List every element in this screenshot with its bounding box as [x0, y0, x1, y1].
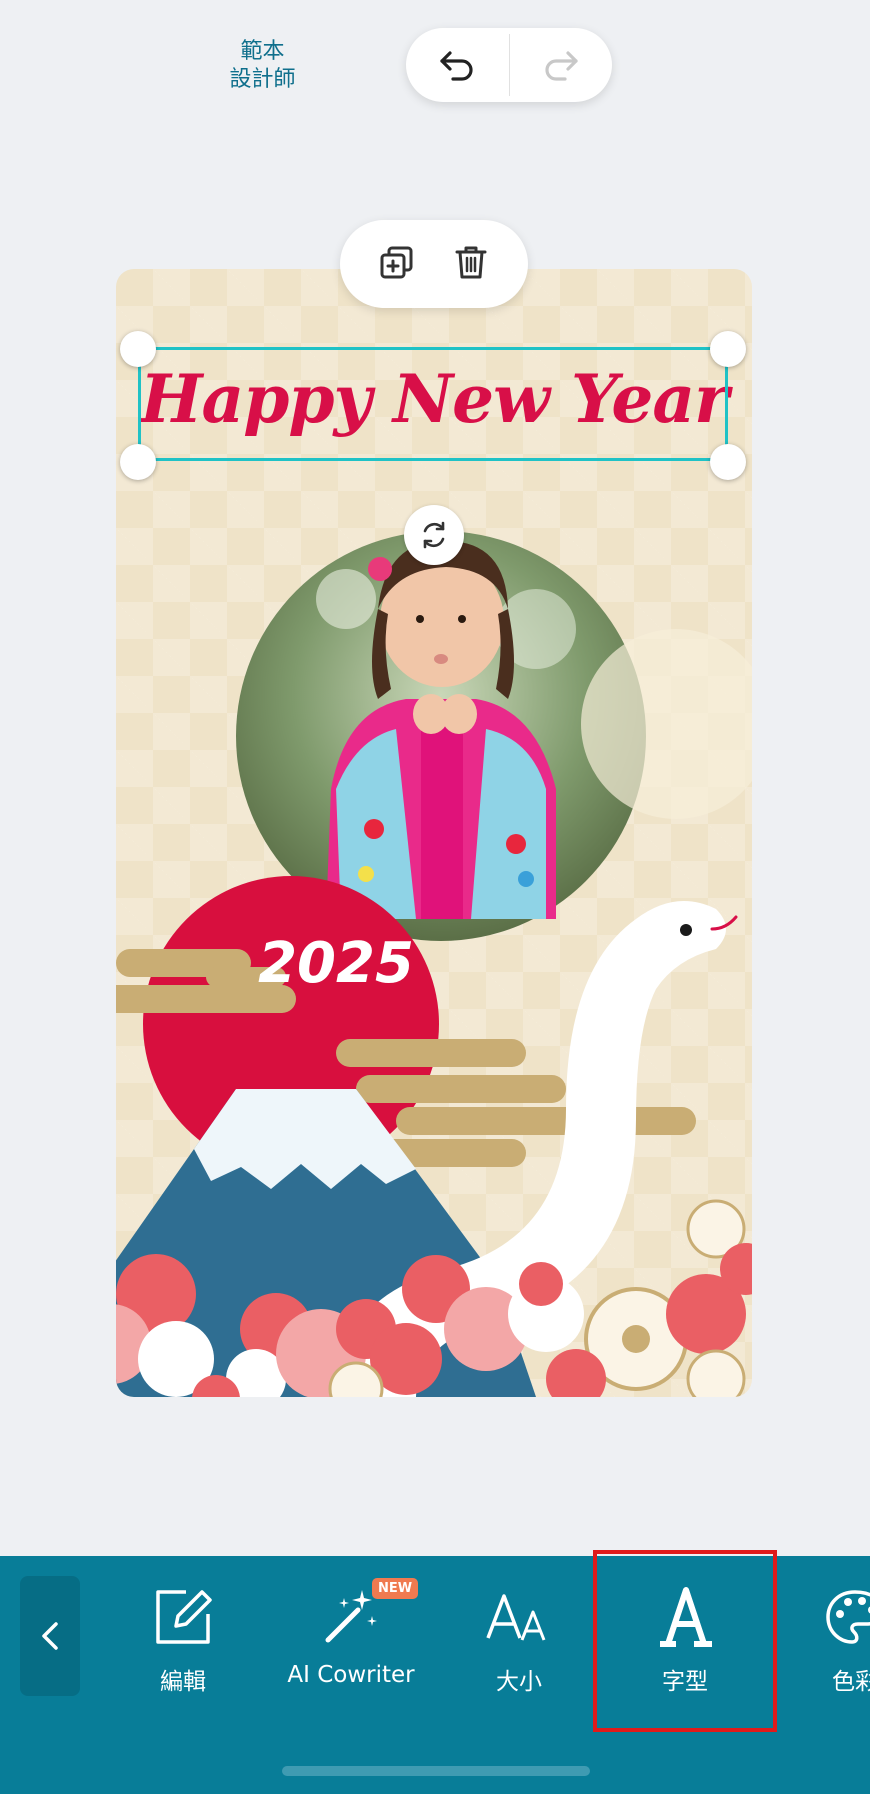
template-designer-line2: 設計師 [229, 67, 296, 92]
card-year-text[interactable]: 2025 [226, 931, 446, 996]
home-indicator [282, 1766, 590, 1776]
tool-edit-label: 編輯 [160, 1669, 206, 1695]
trash-icon [455, 246, 487, 279]
selected-tool-highlight [593, 1550, 777, 1732]
template-designer-label[interactable]: 範本 設計師 [200, 38, 325, 94]
undo-icon [440, 51, 473, 81]
resize-handle-bottom-right[interactable] [710, 444, 746, 480]
redo-button[interactable] [510, 28, 613, 102]
tool-size-label: 大小 [496, 1669, 542, 1695]
tool-ai-cowriter-label: AI Cowriter [287, 1662, 415, 1688]
replace-photo-button[interactable] [404, 505, 464, 565]
tool-edit[interactable]: 編輯 [108, 1576, 258, 1706]
undo-redo-group [406, 28, 612, 102]
redo-icon [545, 51, 578, 81]
edit-icon [150, 1576, 216, 1658]
undo-button[interactable] [406, 28, 509, 102]
tool-color-label: 色彩 [832, 1669, 870, 1695]
magic-wand-icon: NEW [318, 1576, 419, 1658]
element-actions-pill [340, 220, 528, 308]
duplicate-button[interactable] [377, 242, 417, 286]
tool-size[interactable]: 大小 [444, 1576, 594, 1706]
resize-handle-top-left[interactable] [120, 331, 156, 367]
duplicate-icon [380, 246, 413, 279]
resize-handle-top-right[interactable] [710, 331, 746, 367]
toolbar-back-button[interactable] [20, 1576, 80, 1696]
refresh-icon [423, 521, 445, 549]
tool-color[interactable]: 色彩 [780, 1576, 870, 1706]
resize-handle-bottom-left[interactable] [120, 444, 156, 480]
font-size-icon [484, 1576, 554, 1658]
template-designer-line1: 範本 [240, 39, 285, 64]
new-badge: NEW [372, 1578, 419, 1599]
delete-button[interactable] [451, 242, 491, 286]
chevron-left-icon [42, 1622, 58, 1650]
palette-icon [822, 1576, 870, 1658]
tool-ai-cowriter[interactable]: NEW AI Cowriter [276, 1576, 426, 1706]
text-selection-frame [138, 347, 728, 461]
